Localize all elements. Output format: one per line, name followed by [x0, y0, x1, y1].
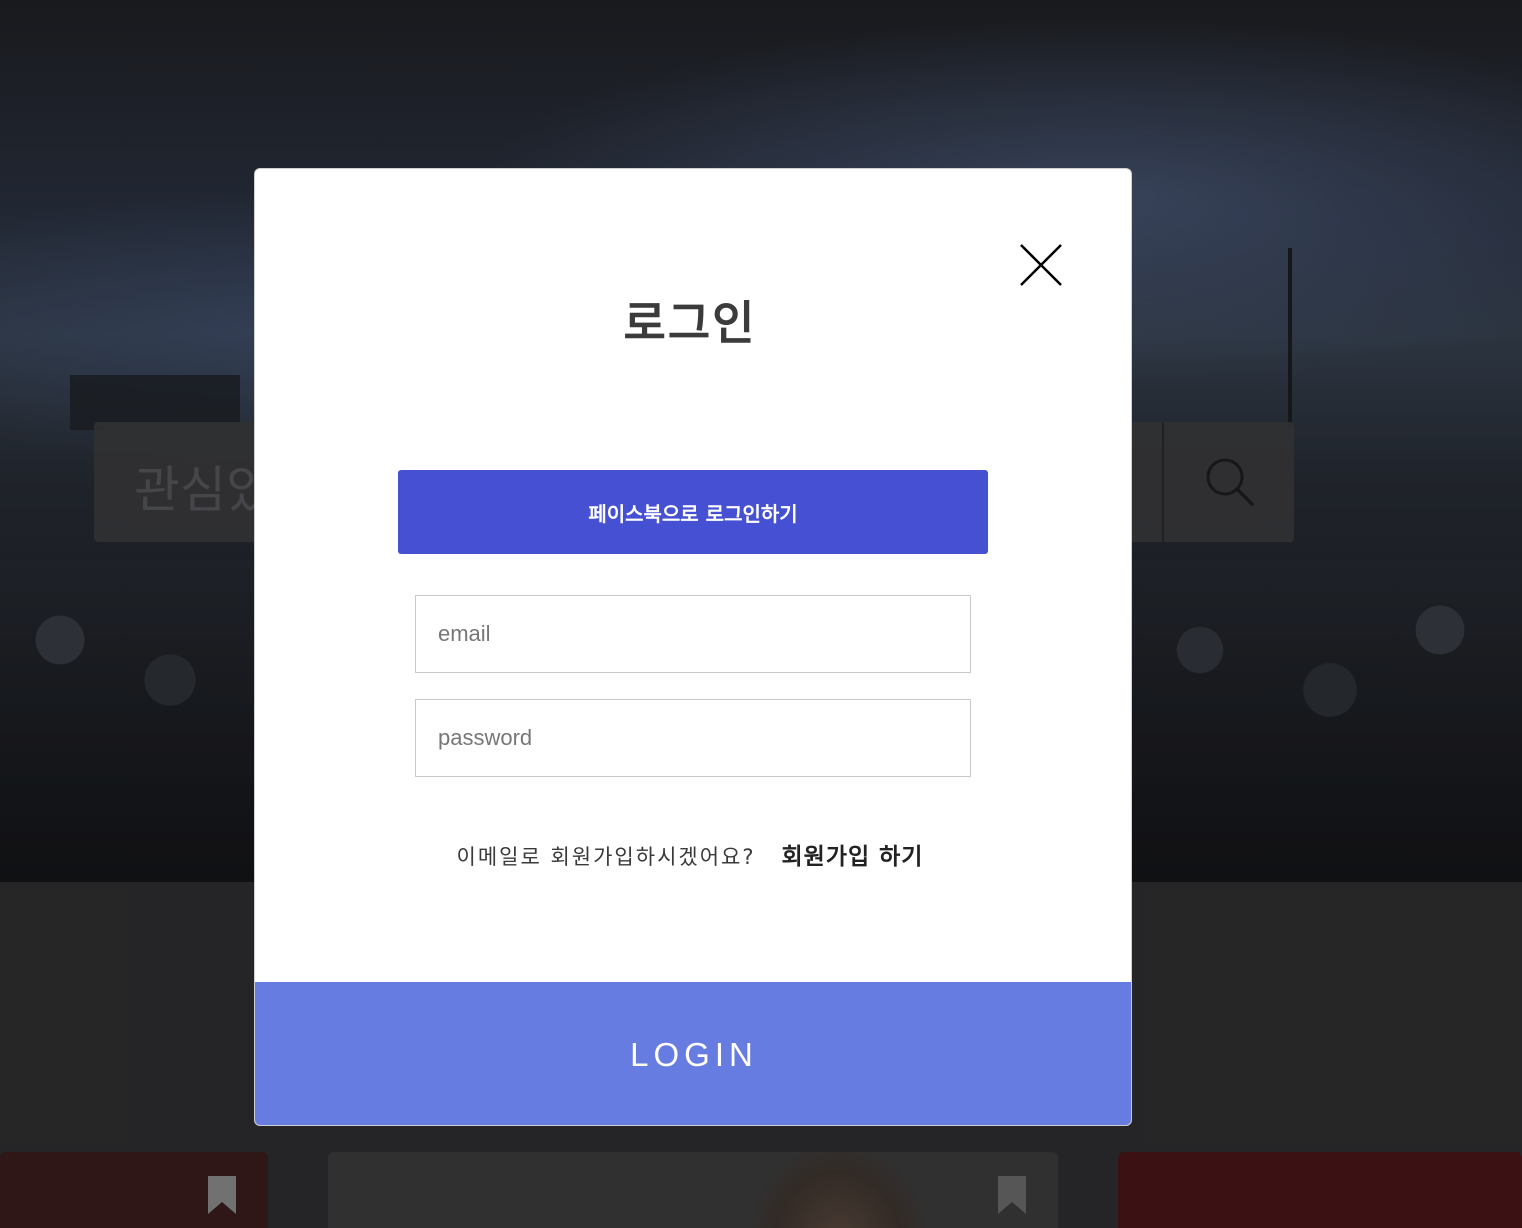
password-field[interactable] [415, 699, 971, 777]
login-modal: 로그인 페이스북으로 로그인하기 이메일로 회원가입하시겠어요?회원가입 하기 … [254, 168, 1132, 1126]
facebook-login-button[interactable]: 페이스북으로 로그인하기 [398, 470, 988, 554]
close-icon [1020, 244, 1062, 286]
login-button[interactable]: LOGIN [255, 982, 1131, 1125]
close-button[interactable] [1017, 241, 1065, 289]
modal-title: 로그인 [623, 296, 757, 350]
email-field[interactable] [415, 595, 971, 673]
signup-link[interactable]: 회원가입 하기 [782, 844, 924, 870]
signup-prompt: 이메일로 회원가입하시겠어요? [456, 845, 756, 869]
signup-row: 이메일로 회원가입하시겠어요? 회원가입 하기 [255, 837, 1125, 871]
